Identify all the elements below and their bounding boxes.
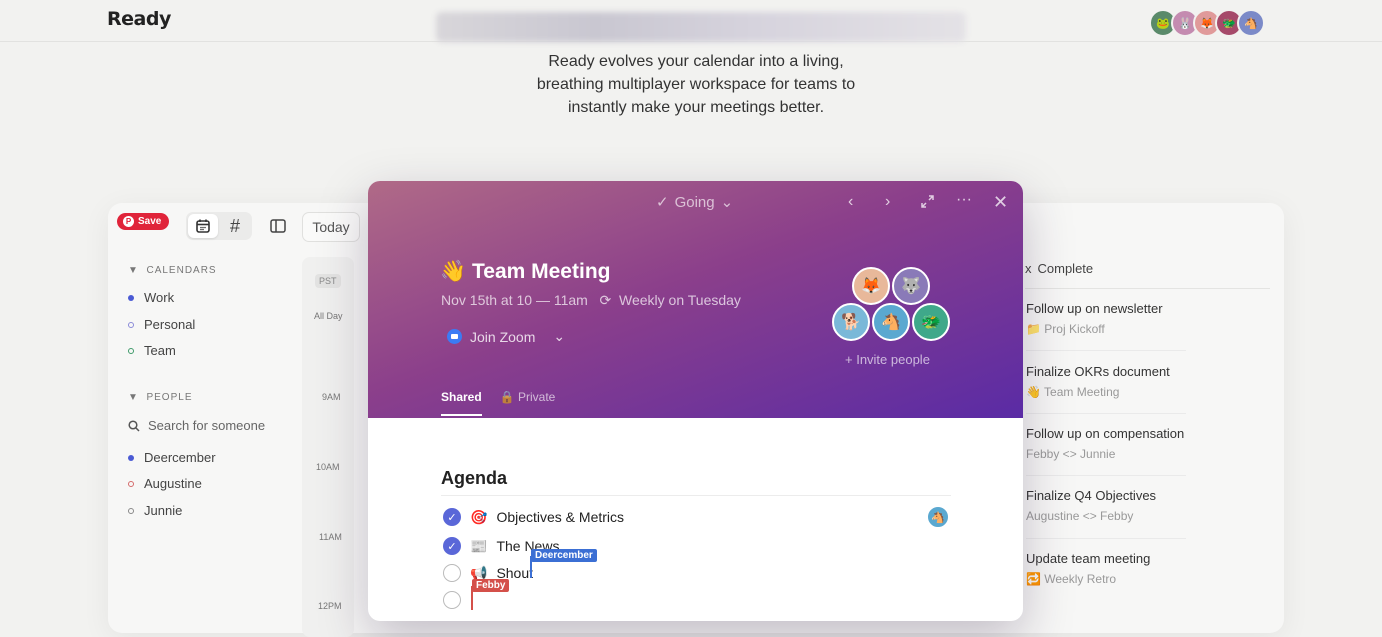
unchecked-icon[interactable]	[443, 591, 461, 609]
hour-label: 12PM	[318, 601, 342, 611]
meeting-title[interactable]: 👋 Team Meeting	[440, 260, 610, 284]
people-search-input[interactable]: Search for someone	[128, 418, 328, 433]
brand-logo[interactable]: Ready	[107, 8, 171, 30]
avatar-group: 🐸 🐰 🦊 🐲 🐴	[1149, 9, 1265, 37]
prev-icon[interactable]: ‹	[848, 193, 853, 211]
todo-item[interactable]: Finalize Q4 Objectives Augustine <> Febby	[1026, 488, 1156, 523]
people-heading[interactable]: ▼ PEOPLE	[128, 392, 193, 403]
next-icon[interactable]: ›	[885, 193, 890, 211]
hour-label: 11AM	[319, 532, 342, 542]
tab-private[interactable]: 🔒 Private	[500, 390, 556, 404]
unchecked-icon[interactable]	[443, 564, 461, 582]
wave-icon: 👋	[440, 260, 467, 283]
sidebar-item-augustine[interactable]: Augustine	[128, 476, 202, 491]
join-zoom-button[interactable]: Join Zoom ⌄	[447, 328, 565, 345]
blurred-hero-image	[436, 12, 966, 42]
tagline-line: breathing multiplayer workspace for team…	[536, 76, 856, 93]
todo-tabs: x Complete	[1025, 261, 1093, 276]
checked-icon[interactable]: ✓	[443, 508, 461, 526]
target-icon: 🎯	[470, 508, 488, 525]
tab-complete[interactable]: Complete	[1038, 261, 1094, 276]
search-icon	[128, 419, 140, 432]
hour-label: 10AM	[316, 462, 340, 472]
sidebar-item-work[interactable]: Work	[128, 290, 174, 305]
close-icon[interactable]: ✕	[993, 192, 1008, 213]
zoom-icon	[447, 329, 462, 344]
sidebar-item-personal[interactable]: Personal	[128, 317, 195, 332]
meeting-modal: ✓ Going ⌄ ‹ › ··· ✕ 👋 Team Meeting Nov 1…	[368, 181, 1023, 621]
attendee-avatar[interactable]: 🦊	[852, 267, 890, 305]
todo-item[interactable]: Update team meeting 🔁 Weekly Retro	[1026, 551, 1150, 586]
pinterest-save-button[interactable]: P Save	[117, 213, 170, 230]
save-label: Save	[138, 216, 162, 227]
tagline-line: Ready evolves your calendar into a livin…	[548, 53, 844, 70]
calendar-view-icon[interactable]	[188, 212, 218, 240]
tagline: Ready evolves your calendar into a livin…	[480, 50, 912, 119]
attendee-avatar[interactable]: 🐲	[912, 303, 950, 341]
calendars-heading[interactable]: ▼ CALENDARS	[128, 265, 217, 276]
agenda-heading: Agenda	[441, 468, 508, 488]
timezone-badge: PST	[315, 274, 341, 288]
todo-item[interactable]: Follow up on newsletter 📁 Proj Kickoff	[1026, 301, 1163, 336]
cursor-label-febby: Febby	[472, 579, 510, 592]
invite-people-button[interactable]: + Invite people	[845, 352, 930, 367]
sidebar-item-team[interactable]: Team	[128, 343, 176, 358]
checked-icon[interactable]: ✓	[443, 537, 461, 555]
divider	[441, 495, 951, 496]
pinterest-icon: P	[123, 216, 134, 227]
assignee-avatar[interactable]: 🐴	[927, 506, 949, 528]
more-icon[interactable]: ···	[956, 191, 972, 209]
hash-view-icon[interactable]: #	[220, 212, 250, 240]
newspaper-icon: 📰	[470, 537, 488, 554]
repeat-icon: ⟳	[599, 292, 612, 308]
sidebar-item-junnie[interactable]: Junnie	[128, 503, 182, 518]
avatar: 🐴	[1237, 9, 1265, 37]
todo-item[interactable]: Finalize OKRs document 👋 Team Meeting	[1026, 364, 1170, 399]
attendee-avatar[interactable]: 🐴	[872, 303, 910, 341]
meeting-time[interactable]: Nov 15th at 10 — 11am ⟳ Weekly on Tuesda…	[441, 292, 741, 309]
tab-inbox[interactable]: x	[1025, 261, 1032, 276]
rsvp-dropdown[interactable]: ✓ Going ⌄	[656, 193, 734, 212]
lock-icon: 🔒	[499, 390, 515, 404]
agenda-item[interactable]: ✓ 🎯 Objectives & Metrics	[443, 508, 624, 526]
all-day-label: All Day	[314, 311, 343, 321]
sidebar-item-deercember[interactable]: Deercember	[128, 450, 216, 465]
attendee-avatar[interactable]: 🐕	[832, 303, 870, 341]
check-icon: ✓	[656, 194, 669, 211]
tab-shared[interactable]: Shared	[441, 390, 482, 416]
attendee-avatar[interactable]: 🐺	[892, 267, 930, 305]
note-tabs: Shared 🔒 Private	[441, 390, 556, 416]
chevron-down-icon: ⌄	[720, 194, 734, 211]
meeting-recurrence: Weekly on Tuesday	[619, 292, 741, 308]
rsvp-label: Going	[674, 193, 715, 211]
expand-icon[interactable]	[920, 194, 935, 214]
chevron-down-icon: ⌄	[553, 328, 566, 344]
todo-item[interactable]: Follow up on compensation Febby <> Junnie	[1026, 426, 1184, 461]
today-button[interactable]: Today	[302, 212, 360, 242]
tagline-line: instantly make your meetings better.	[567, 99, 825, 116]
sidebar-toggle-icon[interactable]	[264, 212, 292, 240]
hour-label: 9AM	[322, 392, 341, 402]
cursor-label-deercember: Deercember	[531, 549, 597, 562]
agenda-item[interactable]	[443, 591, 461, 609]
